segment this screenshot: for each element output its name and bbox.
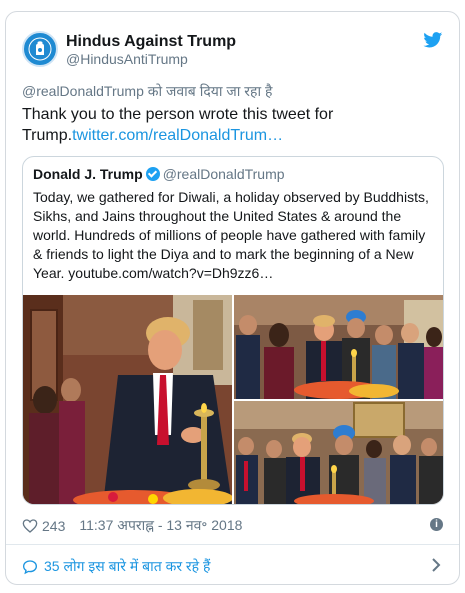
heart-icon[interactable]: [22, 518, 38, 534]
photo-trump-lighting-diya[interactable]: [23, 295, 232, 504]
avatar-logo: [25, 34, 55, 64]
author-block[interactable]: Hindus Against Trump @HindusAntiTrump: [66, 32, 236, 68]
tweet-text: Thank you to the person wrote this tweet…: [22, 104, 442, 146]
quoted-tweet[interactable]: Donald J. Trump @realDonaldTrump Today, w…: [22, 156, 444, 505]
quoted-author-name: Donald J. Trump: [33, 166, 143, 182]
tweet-embed-card: Hindus Against Trump @HindusAntiTrump @r…: [5, 11, 460, 585]
author-handle[interactable]: @HindusAntiTrump: [66, 51, 236, 68]
tweet-stats: 243 11:37 अपराह्न - 13 नव॰ 2018: [22, 516, 242, 535]
like-count[interactable]: 243: [42, 518, 65, 534]
conversation-text[interactable]: 35 लोग इस बारे में बात कर रहे हैं: [44, 557, 210, 576]
quoted-media-grid: [23, 295, 443, 504]
tweet-link[interactable]: twitter.com/realDonaldTrum…: [72, 127, 283, 144]
photo-group-portrait[interactable]: [234, 401, 443, 504]
replying-to-text: @realDonaldTrump को जवाब दिया जा रहा है: [22, 83, 273, 99]
photo-group-lighting-diya[interactable]: [234, 295, 443, 399]
speech-bubble-icon: [22, 559, 38, 574]
verified-badge-icon: [145, 167, 160, 181]
chevron-right-icon[interactable]: [429, 557, 443, 573]
twitter-bird-icon[interactable]: [423, 32, 443, 48]
quoted-text: Today, we gathered for Diwali, a holiday…: [33, 189, 429, 281]
divider: [6, 544, 459, 545]
tweet-timestamp[interactable]: 11:37 अपराह्न - 13 नव॰ 2018: [79, 516, 242, 535]
avatar[interactable]: [22, 31, 58, 67]
quoted-header: Donald J. Trump @realDonaldTrump: [33, 166, 285, 182]
quoted-author-handle: @realDonaldTrump: [162, 166, 285, 182]
info-icon[interactable]: i: [430, 518, 443, 531]
author-name[interactable]: Hindus Against Trump: [66, 32, 236, 51]
conversation-link[interactable]: 35 लोग इस बारे में बात कर रहे हैं: [22, 557, 210, 576]
